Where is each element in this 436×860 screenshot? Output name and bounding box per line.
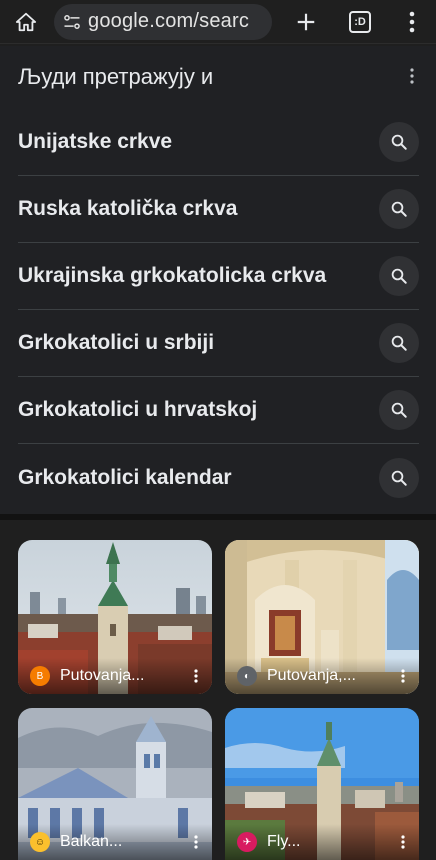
related-search-item[interactable]: Grkokatolici u hrvatskoj [18, 377, 419, 444]
more-vert-icon [194, 669, 198, 683]
more-vert-icon [410, 68, 414, 84]
new-tab-button[interactable] [286, 2, 326, 42]
more-vert-icon [401, 669, 405, 683]
search-icon [391, 134, 407, 150]
image-result-card[interactable]: B Putovanja... [18, 540, 212, 694]
image-source-bar: ◐ Putovanja,... [225, 658, 419, 694]
search-button[interactable] [379, 189, 419, 229]
search-button[interactable] [379, 323, 419, 363]
image-source-bar: ☺ Balkan... [18, 824, 212, 860]
image-more-button[interactable] [395, 830, 411, 854]
related-search-label: Unijatske crkve [18, 130, 173, 153]
section-more-button[interactable] [402, 64, 422, 88]
related-search-item[interactable]: Ukrajinska grkokatolicka crkva [18, 243, 419, 310]
image-source-label: Fly... [267, 833, 301, 850]
more-vert-icon [409, 11, 415, 32]
related-search-item[interactable]: Ruska katolička crkva [18, 176, 419, 243]
source-favicon-icon: ☺ [30, 832, 50, 852]
people-also-search-card: Људи претражују и Unijatske crkve Ruska … [0, 46, 436, 514]
search-button[interactable] [379, 390, 419, 430]
search-icon [391, 335, 407, 351]
image-result-card[interactable]: ☺ Balkan... [18, 708, 212, 860]
url-text: google.com/searc [88, 10, 250, 32]
image-source-label: Balkan... [60, 833, 123, 850]
search-icon [391, 268, 407, 284]
more-vert-icon [401, 835, 405, 849]
image-more-button[interactable] [395, 664, 411, 688]
tab-count: :D [349, 10, 371, 33]
related-search-item[interactable]: Grkokatolici kalendar [18, 444, 419, 511]
plus-icon [297, 13, 315, 30]
image-result-card[interactable]: ◐ Putovanja,... [225, 540, 419, 694]
image-results-grid: B Putovanja... ◐ Putovanja,... ☺ Balkan.… [0, 520, 436, 860]
more-vert-icon [194, 835, 198, 849]
related-search-item[interactable]: Grkokatolici u srbiji [18, 310, 419, 377]
image-source-label: Putovanja,... [267, 667, 356, 684]
tab-switcher-button[interactable]: :D [340, 2, 380, 42]
image-source-bar: B Putovanja... [18, 658, 212, 694]
browser-toolbar: google.com/searc :D [0, 0, 436, 44]
browser-menu-button[interactable] [392, 2, 432, 42]
search-icon [391, 402, 407, 418]
source-favicon-icon: ◐ [237, 666, 257, 686]
source-favicon-icon: ✈ [237, 832, 257, 852]
section-title: Људи претражују и [18, 64, 214, 89]
source-favicon-icon: B [30, 666, 50, 686]
image-source-label: Putovanja... [60, 667, 145, 684]
image-more-button[interactable] [188, 664, 204, 688]
search-button[interactable] [379, 457, 419, 498]
search-button[interactable] [379, 256, 419, 296]
related-search-label: Ruska katolička crkva [18, 197, 238, 220]
home-icon [15, 12, 37, 31]
image-result-card[interactable]: ✈ Fly... [225, 708, 419, 860]
home-button[interactable] [6, 2, 46, 42]
search-icon [391, 201, 407, 217]
related-search-label: Ukrajinska grkokatolicka crkva [18, 264, 327, 287]
site-settings-icon[interactable] [62, 12, 82, 32]
search-icon [391, 470, 407, 486]
related-search-item[interactable]: Unijatske crkve [18, 109, 419, 176]
image-more-button[interactable] [188, 830, 204, 854]
related-search-label: Grkokatolici u srbiji [18, 331, 215, 354]
search-button[interactable] [379, 122, 419, 162]
image-source-bar: ✈ Fly... [225, 824, 419, 860]
address-bar[interactable]: google.com/searc [54, 3, 272, 40]
related-search-label: Grkokatolici kalendar [18, 465, 232, 489]
related-search-label: Grkokatolici u hrvatskoj [18, 398, 258, 421]
